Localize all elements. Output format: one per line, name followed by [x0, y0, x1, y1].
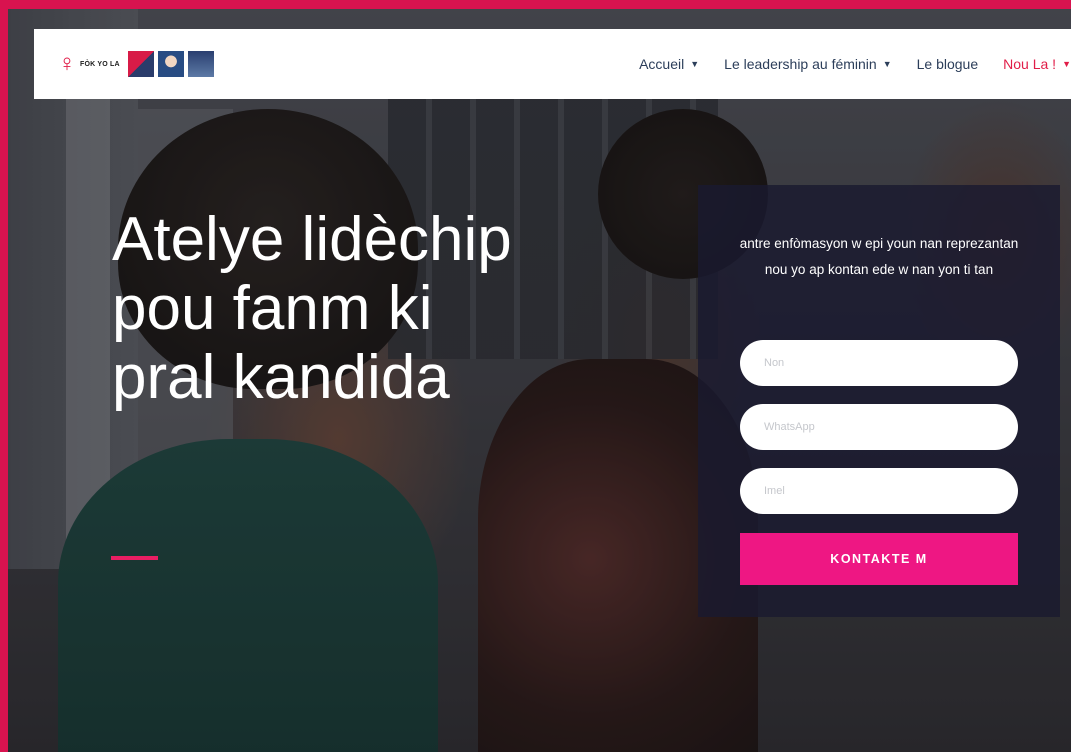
email-input[interactable]: [740, 468, 1018, 514]
menu-item-label: Nou La !: [1003, 56, 1057, 72]
contact-me-button[interactable]: KONTAKTE M: [740, 533, 1018, 585]
caret-down-icon: ▼: [882, 58, 892, 69]
menu-item-nou-la[interactable]: Nou La ! ▼: [1003, 56, 1071, 72]
menu-item-label: Accueil: [639, 56, 685, 72]
caret-down-icon: ▼: [1062, 58, 1071, 69]
contact-form-panel: antre enfòmasyon w epi youn nan reprezan…: [698, 185, 1060, 617]
site-logo[interactable]: ♀ FÒK YO LA: [58, 51, 214, 77]
page-frame: ♀ FÒK YO LA Accueil ▼ Le leadership au f…: [8, 9, 1071, 752]
main-menu: Accueil ▼ Le leadership au féminin ▼ Le …: [639, 29, 1071, 99]
venus-icon: ♀: [58, 50, 76, 77]
whatsapp-input[interactable]: [740, 404, 1018, 450]
hero-accent-divider: [111, 556, 158, 560]
menu-item-accueil[interactable]: Accueil ▼: [639, 56, 699, 72]
menu-item-leadership[interactable]: Le leadership au féminin ▼: [724, 56, 891, 72]
caret-down-icon: ▼: [690, 58, 700, 69]
logo-text: FÒK YO LA: [80, 60, 120, 68]
form-intro-text: antre enfòmasyon w epi youn nan reprezan…: [739, 236, 1019, 277]
name-input[interactable]: [740, 340, 1018, 386]
menu-item-blogue[interactable]: Le blogue: [917, 56, 979, 72]
menu-item-label: Le blogue: [916, 56, 979, 72]
logo-portrait-2: [157, 51, 184, 77]
logo-portrait-3: [187, 51, 214, 77]
logo-portrait-1: [127, 51, 154, 77]
hero-title: Atelye lidèchip pou fanm ki pral kandida: [112, 205, 512, 412]
menu-item-label: Le leadership au féminin: [724, 56, 877, 72]
top-navbar: ♀ FÒK YO LA Accueil ▼ Le leadership au f…: [34, 29, 1071, 99]
